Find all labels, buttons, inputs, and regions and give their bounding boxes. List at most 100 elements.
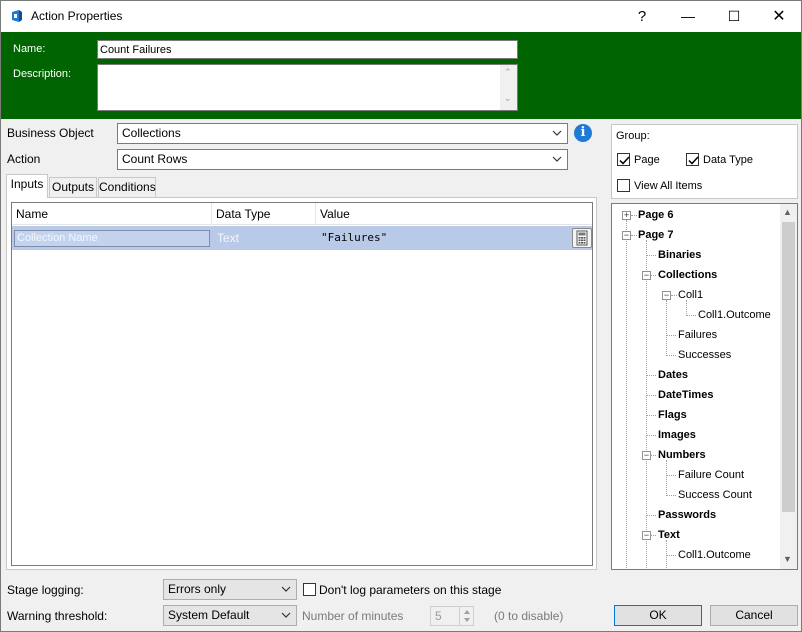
minutes-stepper[interactable]: 5 xyxy=(430,606,474,626)
column-header-data-type[interactable]: Data Type xyxy=(216,207,270,221)
column-divider[interactable] xyxy=(211,203,212,225)
parameter-type-cell: Text xyxy=(217,231,240,245)
tree-item-failure-count[interactable]: Failure Count xyxy=(678,469,744,481)
tree-connector xyxy=(686,300,687,316)
view-all-items-checkbox[interactable] xyxy=(617,179,630,192)
name-input[interactable]: Count Failures xyxy=(97,40,518,59)
tree-connector xyxy=(646,395,656,396)
expression-editor-button[interactable] xyxy=(572,228,592,248)
column-header-name[interactable]: Name xyxy=(16,207,48,221)
ok-button[interactable]: OK xyxy=(614,605,702,626)
tree-item-numbers[interactable]: Numbers xyxy=(658,449,706,461)
column-divider[interactable] xyxy=(315,203,316,225)
tree-connector xyxy=(686,315,696,316)
parameter-name-cell[interactable]: Collection Name xyxy=(14,230,210,247)
scroll-down-icon[interactable]: ⌄ xyxy=(504,93,512,104)
action-select[interactable]: Count Rows xyxy=(117,149,568,170)
action-properties-window: Action Properties ? — ☐ ✕ Name: Count Fa… xyxy=(0,0,802,632)
tree-connector xyxy=(666,335,676,336)
parameter-value-cell[interactable]: "Failures" xyxy=(321,231,387,244)
tree-item-datetimes[interactable]: DateTimes xyxy=(658,389,713,401)
collapse-minus-icon[interactable]: − xyxy=(662,291,671,300)
group-page-checkbox[interactable] xyxy=(617,153,630,166)
description-label: Description: xyxy=(13,68,72,80)
table-row[interactable]: Collection Name Text "Failures" xyxy=(12,226,592,250)
tree-connector xyxy=(666,555,676,556)
tree-item-page-6[interactable]: Page 6 xyxy=(638,209,673,221)
scrollbar-thumb[interactable] xyxy=(782,222,795,512)
tree-item-text-coll1-outcome[interactable]: Coll1.Outcome xyxy=(678,549,751,561)
business-object-label: Business Object xyxy=(7,126,94,140)
number-of-minutes-label: Number of minutes xyxy=(302,609,404,623)
expand-plus-icon[interactable]: + xyxy=(622,211,631,220)
view-all-items-label: View All Items xyxy=(634,180,703,192)
tree-scrollbar[interactable]: ▲ ▼ xyxy=(780,204,797,569)
checkmark-icon xyxy=(619,156,630,165)
dont-log-parameters-checkbox[interactable] xyxy=(303,583,316,596)
warning-threshold-value: System Default xyxy=(168,608,250,622)
close-button[interactable]: ✕ xyxy=(756,1,802,32)
collapse-minus-icon[interactable]: − xyxy=(642,451,651,460)
tree-connector xyxy=(646,435,656,436)
group-options-panel: Group: Page Data Type View All Items xyxy=(611,124,798,199)
tab-conditions[interactable]: Conditions xyxy=(98,177,156,197)
description-scrollbar[interactable]: ⌃ ⌄ xyxy=(500,65,517,110)
maximize-button[interactable]: ☐ xyxy=(711,1,757,32)
tree-connector xyxy=(626,220,627,569)
tree-connector xyxy=(666,300,667,356)
warning-threshold-select[interactable]: System Default xyxy=(163,605,297,626)
app-icon xyxy=(12,10,22,22)
group-page-label: Page xyxy=(634,154,660,166)
action-label: Action xyxy=(7,152,41,166)
scroll-up-icon[interactable]: ⌃ xyxy=(504,67,512,78)
minimize-button[interactable]: — xyxy=(665,1,711,32)
chevron-down-icon xyxy=(281,586,291,592)
tree-item-flags[interactable]: Flags xyxy=(658,409,687,421)
grid-header: Name Data Type Value xyxy=(12,203,592,225)
info-icon[interactable]: i xyxy=(574,124,592,142)
tree-connector xyxy=(646,515,656,516)
tree-item-success-count[interactable]: Success Count xyxy=(678,489,752,501)
stage-logging-label: Stage logging: xyxy=(7,583,84,597)
stepper-buttons[interactable] xyxy=(459,607,473,625)
disable-hint: (0 to disable) xyxy=(494,609,564,623)
cancel-button[interactable]: Cancel xyxy=(710,605,798,626)
tab-outputs[interactable]: Outputs xyxy=(49,177,97,197)
name-label: Name: xyxy=(13,43,46,55)
tree-item-collections[interactable]: Collections xyxy=(658,269,717,281)
collapse-minus-icon[interactable]: − xyxy=(642,531,651,540)
tree-item-passwords[interactable]: Passwords xyxy=(658,509,716,521)
tree-item-images[interactable]: Images xyxy=(658,429,696,441)
tree-item-page-7[interactable]: Page 7 xyxy=(638,229,673,241)
group-label: Group: xyxy=(616,130,650,142)
help-button[interactable]: ? xyxy=(619,1,665,32)
chevron-down-icon xyxy=(552,156,562,162)
tab-inputs[interactable]: Inputs xyxy=(6,174,48,198)
scroll-up-icon[interactable]: ▲ xyxy=(783,207,792,217)
tree-connector xyxy=(666,475,676,476)
collapse-minus-icon[interactable]: − xyxy=(642,271,651,280)
tree-item-dates[interactable]: Dates xyxy=(658,369,688,381)
warning-threshold-label: Warning threshold: xyxy=(7,609,108,623)
tree-connector xyxy=(646,240,647,569)
tree-item-successes[interactable]: Successes xyxy=(678,349,731,361)
stage-logging-select[interactable]: Errors only xyxy=(163,579,297,600)
tree-connector xyxy=(646,255,656,256)
tree-connector xyxy=(666,495,676,496)
collapse-minus-icon[interactable]: − xyxy=(622,231,631,240)
group-data-type-label: Data Type xyxy=(703,154,753,166)
stage-logging-value: Errors only xyxy=(168,582,227,596)
tree-item-failures[interactable]: Failures xyxy=(678,329,717,341)
dont-log-parameters-label: Don't log parameters on this stage xyxy=(319,583,502,597)
window-title: Action Properties xyxy=(31,9,123,23)
description-input[interactable]: ⌃ ⌄ xyxy=(97,64,518,111)
tree-item-binaries[interactable]: Binaries xyxy=(658,249,701,261)
tree-item-coll1-outcome[interactable]: Coll1.Outcome xyxy=(698,309,771,321)
scroll-down-icon[interactable]: ▼ xyxy=(783,554,792,564)
inputs-tab-panel: Name Data Type Value Collection Name Tex… xyxy=(6,197,597,570)
column-header-value[interactable]: Value xyxy=(320,207,350,221)
business-object-select[interactable]: Collections xyxy=(117,123,568,144)
tree-item-text[interactable]: Text xyxy=(658,529,680,541)
group-data-type-checkbox[interactable] xyxy=(686,153,699,166)
tree-item-coll1[interactable]: Coll1 xyxy=(678,289,703,301)
